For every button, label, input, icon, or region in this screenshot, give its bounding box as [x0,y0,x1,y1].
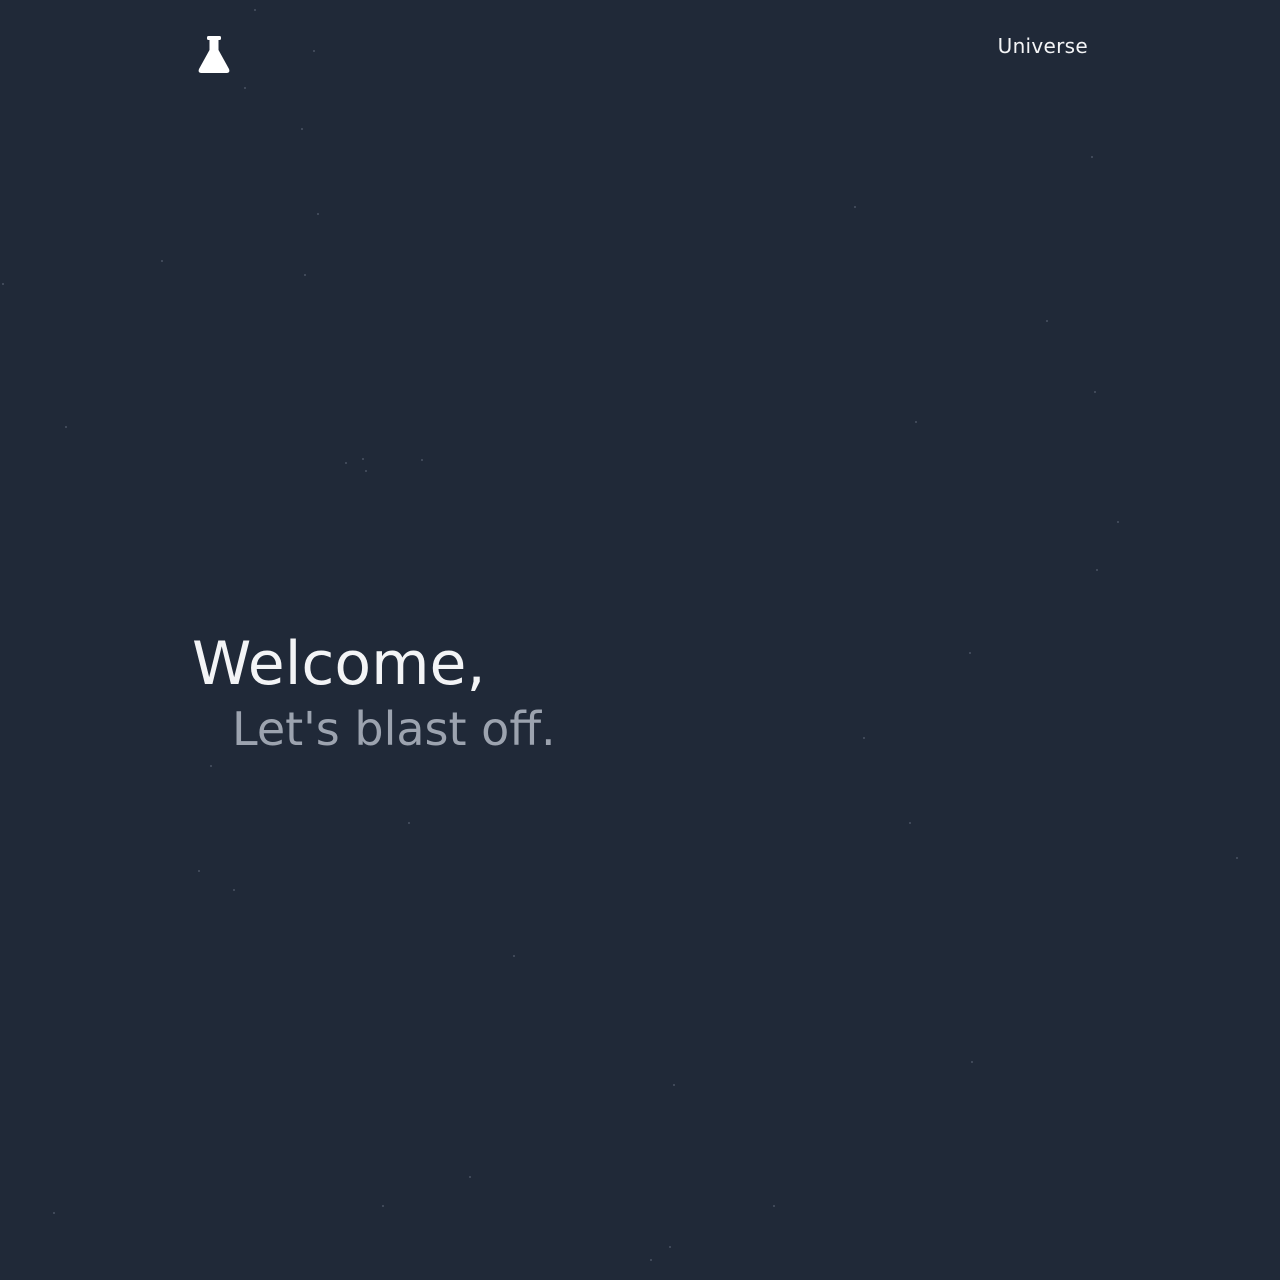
star [650,1259,652,1261]
welcome-subtitle: Let's blast off. [232,702,556,756]
star [1117,521,1119,523]
star [469,1176,471,1178]
hero-section: Welcome, Let's blast off. [192,624,556,754]
star [2,283,4,285]
landing-page: Universe Welcome, Let's blast off. [0,0,1280,1280]
star [365,470,367,472]
star [198,870,200,872]
star [301,128,303,130]
star [65,426,67,428]
star [233,889,235,891]
star [254,9,256,11]
star [244,87,246,89]
star [304,274,306,276]
star [161,260,163,262]
top-header: Universe [192,28,1088,78]
star [408,822,410,824]
star [421,459,423,461]
star [969,652,971,654]
star [382,1205,384,1207]
star [1094,391,1096,393]
star [909,822,911,824]
star [1091,156,1093,158]
star [773,1205,775,1207]
star [1236,857,1238,859]
star [362,458,364,460]
star [854,206,856,208]
star [210,765,212,767]
star [1046,320,1048,322]
star [513,955,515,957]
star [317,213,319,215]
star [669,1246,671,1248]
welcome-title: Welcome, [192,629,486,699]
star [863,737,865,739]
nav-link-universe[interactable]: Universe [998,34,1088,58]
star [1096,569,1098,571]
home-logo-link[interactable] [197,35,231,75]
star [915,421,917,423]
star [345,462,347,464]
star [673,1084,675,1086]
star [971,1061,973,1063]
flask-icon [198,36,230,73]
star [53,1212,55,1214]
